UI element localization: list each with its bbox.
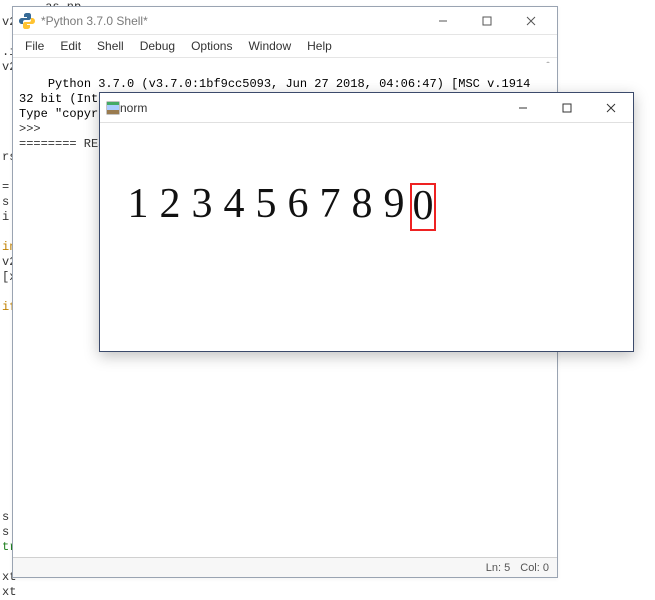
menu-debug[interactable]: Debug xyxy=(134,37,181,55)
norm-image-content: 1 2 3 4 5 6 7 8 9 0 xyxy=(100,123,633,351)
status-line: Ln: 5 xyxy=(486,562,510,574)
digit-9: 9 xyxy=(378,183,410,231)
gutter-line: = xyxy=(2,180,9,194)
digit-0-highlighted: 0 xyxy=(410,183,436,231)
norm-window-controls xyxy=(501,93,633,123)
gutter-line: s xyxy=(2,510,9,524)
gutter-line: s xyxy=(2,195,9,209)
digit-4: 4 xyxy=(218,183,250,231)
maximize-button[interactable] xyxy=(465,7,509,35)
app-default-icon xyxy=(106,101,120,115)
minimize-button[interactable] xyxy=(421,7,465,35)
digit-1: 1 xyxy=(122,183,154,231)
gutter-line: i xyxy=(2,210,9,224)
menu-shell[interactable]: Shell xyxy=(91,37,130,55)
digit-row: 1 2 3 4 5 6 7 8 9 0 xyxy=(122,183,436,231)
close-button[interactable] xyxy=(509,7,553,35)
python-app-icon xyxy=(19,13,35,29)
norm-titlebar[interactable]: norm xyxy=(100,93,633,123)
menu-options[interactable]: Options xyxy=(185,37,238,55)
idle-window-title: *Python 3.7.0 Shell* xyxy=(41,14,421,28)
idle-statusbar: Ln: 5 Col: 0 xyxy=(13,557,557,577)
maximize-button[interactable] xyxy=(545,93,589,123)
norm-image-window: norm 1 2 3 4 5 6 7 8 9 0 xyxy=(99,92,634,352)
menu-window[interactable]: Window xyxy=(242,37,297,55)
status-col: Col: 0 xyxy=(520,562,549,574)
shell-prompt: >>> xyxy=(19,122,48,136)
norm-window-title: norm xyxy=(120,101,501,115)
idle-window-controls xyxy=(421,7,553,35)
digit-7: 7 xyxy=(314,183,346,231)
digit-8: 8 xyxy=(346,183,378,231)
idle-menubar: File Edit Shell Debug Options Window Hel… xyxy=(13,35,557,58)
digit-2: 2 xyxy=(154,183,186,231)
scroll-up-icon[interactable]: ˆ xyxy=(541,60,555,74)
digit-3: 3 xyxy=(186,183,218,231)
menu-help[interactable]: Help xyxy=(301,37,338,55)
digit-5: 5 xyxy=(250,183,282,231)
digit-6: 6 xyxy=(282,183,314,231)
close-button[interactable] xyxy=(589,93,633,123)
menu-edit[interactable]: Edit xyxy=(54,37,87,55)
idle-titlebar[interactable]: *Python 3.7.0 Shell* xyxy=(13,7,557,35)
gutter-line: xt xyxy=(2,585,16,599)
menu-file[interactable]: File xyxy=(19,37,50,55)
minimize-button[interactable] xyxy=(501,93,545,123)
gutter-line: s xyxy=(2,525,9,539)
